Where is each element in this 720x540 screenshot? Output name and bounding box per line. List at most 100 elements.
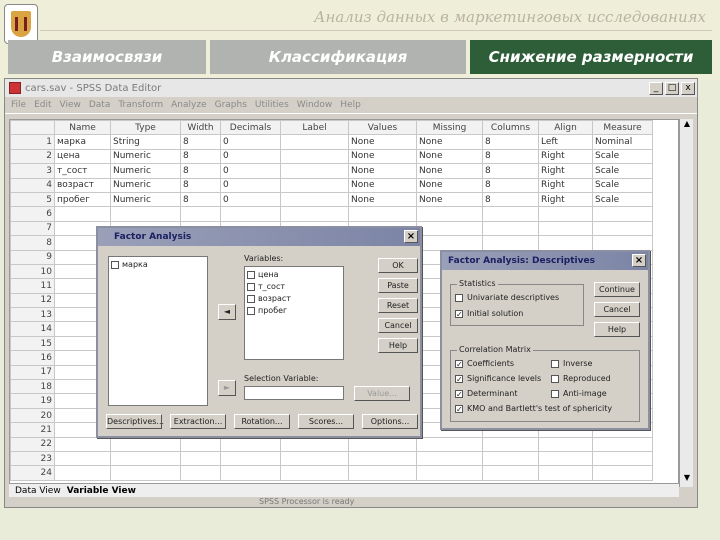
close-window-button[interactable]: x: [681, 81, 695, 95]
table-row[interactable]: 2 цена Numeric 8 0 None None 8 Right Scale: [10, 148, 653, 165]
column-header[interactable]: Missing: [416, 120, 483, 136]
scroll-up-icon[interactable]: ▲: [680, 119, 694, 133]
menu-window[interactable]: Window: [297, 100, 333, 110]
list-item[interactable]: т_сост: [247, 281, 341, 293]
table-cell[interactable]: [220, 206, 281, 222]
determinant-checkbox[interactable]: ✓ Determinant: [455, 389, 517, 398]
table-cell[interactable]: [280, 148, 349, 165]
table-cell[interactable]: [482, 436, 539, 452]
table-cell[interactable]: [180, 465, 221, 481]
column-header[interactable]: Width: [180, 120, 221, 136]
table-cell[interactable]: 8: [482, 163, 539, 179]
table-cell[interactable]: 8: [180, 134, 221, 150]
table-cell[interactable]: [592, 450, 653, 467]
table-cell[interactable]: [482, 450, 539, 467]
table-cell[interactable]: 8: [180, 163, 221, 179]
table-cell[interactable]: [482, 465, 539, 481]
table-cell[interactable]: 8: [180, 177, 221, 193]
table-cell[interactable]: Nominal: [592, 134, 653, 150]
table-cell[interactable]: [482, 220, 539, 237]
menu-graphs[interactable]: Graphs: [215, 100, 247, 110]
table-cell[interactable]: Numeric: [110, 177, 181, 193]
univariate-checkbox[interactable]: Univariate descriptives: [455, 293, 559, 302]
table-cell[interactable]: String: [110, 134, 181, 150]
table-cell[interactable]: None: [416, 177, 483, 193]
table-cell[interactable]: [280, 177, 349, 193]
options-button[interactable]: Options...: [362, 414, 418, 429]
column-header[interactable]: Type: [110, 120, 181, 136]
column-header[interactable]: Align: [538, 120, 593, 136]
table-cell[interactable]: 0: [220, 134, 281, 150]
table-cell[interactable]: [110, 436, 181, 452]
table-cell[interactable]: Numeric: [110, 191, 181, 208]
table-cell[interactable]: 8: [482, 191, 539, 208]
table-cell[interactable]: 8: [482, 148, 539, 165]
table-cell[interactable]: [110, 450, 181, 467]
table-cell[interactable]: [54, 206, 111, 222]
column-header[interactable]: Values: [348, 120, 417, 136]
table-cell[interactable]: Right: [538, 163, 593, 179]
table-cell[interactable]: [592, 206, 653, 222]
table-cell[interactable]: [538, 436, 593, 452]
table-cell[interactable]: [280, 134, 349, 150]
menu-file[interactable]: File: [11, 100, 26, 110]
close-icon[interactable]: ×: [404, 230, 418, 243]
table-cell[interactable]: пробег: [54, 191, 111, 208]
list-item[interactable]: марка: [111, 259, 205, 271]
menu-help[interactable]: Help: [340, 100, 361, 110]
list-item[interactable]: цена: [247, 269, 341, 281]
table-cell[interactable]: [482, 235, 539, 251]
table-cell[interactable]: [54, 450, 111, 467]
table-cell[interactable]: [348, 450, 417, 467]
rotation-button[interactable]: Rotation...: [234, 414, 290, 429]
close-icon[interactable]: ×: [632, 254, 646, 267]
kmo-bartlett-checkbox[interactable]: ✓ KMO and Bartlett's test of sphericity: [455, 404, 612, 413]
list-item[interactable]: возраст: [247, 293, 341, 305]
table-cell[interactable]: [416, 436, 483, 452]
table-cell[interactable]: None: [348, 148, 417, 165]
table-cell[interactable]: [348, 465, 417, 481]
table-cell[interactable]: 8: [180, 148, 221, 165]
table-cell[interactable]: [538, 206, 593, 222]
table-cell[interactable]: [280, 163, 349, 179]
table-row[interactable]: 3 т_сост Numeric 8 0 None None 8 Right Scale: [10, 163, 653, 179]
table-cell[interactable]: 8: [180, 191, 221, 208]
table-cell[interactable]: Right: [538, 177, 593, 193]
column-header[interactable]: Columns: [482, 120, 539, 136]
column-header[interactable]: Measure: [592, 120, 653, 136]
table-cell[interactable]: [538, 450, 593, 467]
minimize-button[interactable]: _: [649, 81, 663, 95]
selection-variable-field[interactable]: [244, 386, 344, 400]
tab-variable-view[interactable]: Variable View: [67, 486, 136, 496]
menu-view[interactable]: View: [60, 100, 81, 110]
table-cell[interactable]: None: [348, 163, 417, 179]
table-cell[interactable]: Right: [538, 148, 593, 165]
table-row[interactable]: 6: [10, 206, 653, 222]
table-cell[interactable]: [416, 220, 483, 237]
checkbox-checked[interactable]: ✓: [455, 309, 463, 318]
table-cell[interactable]: т_сост: [54, 163, 111, 179]
table-cell[interactable]: [54, 465, 111, 481]
table-cell[interactable]: [538, 220, 593, 237]
tab-dimension-reduction[interactable]: Снижение размерности: [470, 40, 712, 74]
coefficients-checkbox[interactable]: ✓ Coefficients: [455, 359, 514, 368]
table-cell[interactable]: [180, 450, 221, 467]
table-cell[interactable]: None: [416, 148, 483, 165]
table-cell[interactable]: [592, 235, 653, 251]
menu-edit[interactable]: Edit: [34, 100, 51, 110]
extraction-button[interactable]: Extraction...: [170, 414, 226, 429]
table-cell[interactable]: [416, 450, 483, 467]
table-cell[interactable]: [180, 206, 221, 222]
source-variable-list[interactable]: марка: [108, 256, 208, 406]
table-cell[interactable]: [280, 436, 349, 452]
cancel-button[interactable]: Cancel: [378, 318, 418, 333]
cancel-button[interactable]: Cancel: [594, 302, 640, 317]
column-header[interactable]: Name: [54, 120, 111, 136]
table-cell[interactable]: Scale: [592, 177, 653, 193]
table-cell[interactable]: [538, 465, 593, 481]
table-cell[interactable]: [416, 235, 483, 251]
help-button[interactable]: Help: [594, 322, 640, 337]
table-cell[interactable]: 0: [220, 163, 281, 179]
table-cell[interactable]: марка: [54, 134, 111, 150]
table-cell[interactable]: [280, 465, 349, 481]
